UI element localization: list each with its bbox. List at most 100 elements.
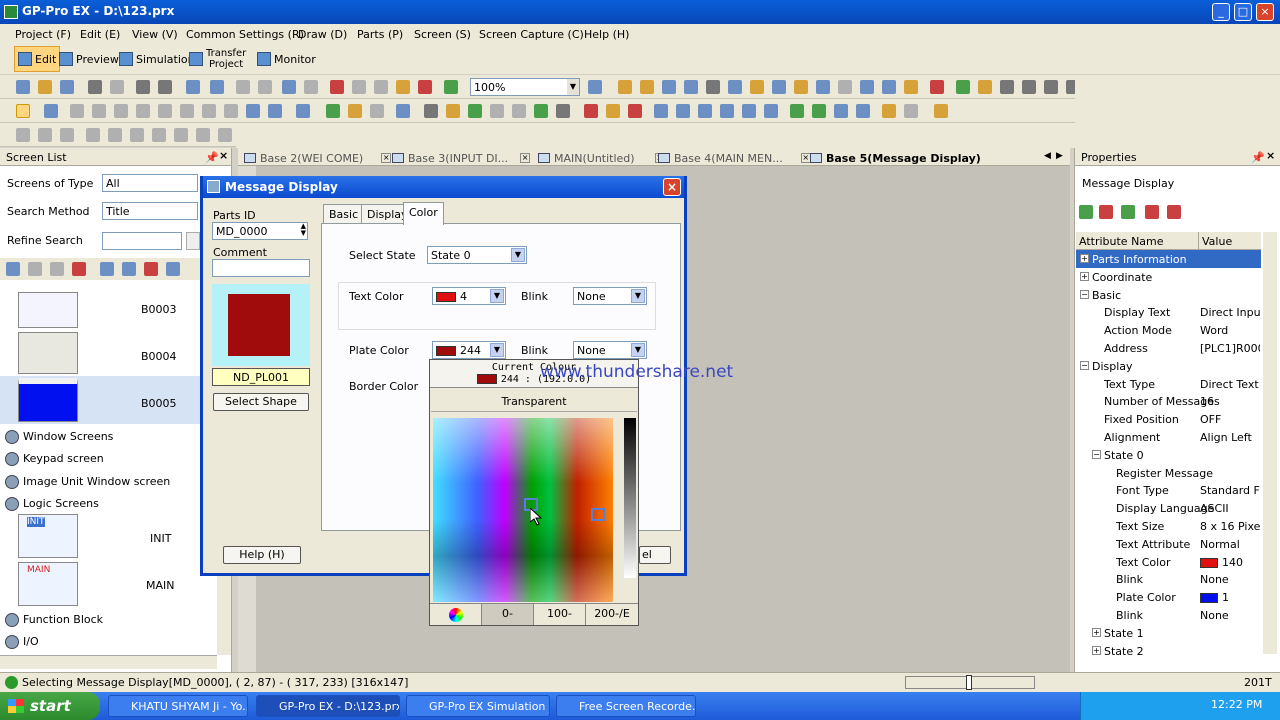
column-attribute-name[interactable]: Attribute Name <box>1079 235 1164 248</box>
align-icon[interactable] <box>174 128 188 142</box>
open-icon[interactable] <box>38 80 52 94</box>
circle-icon[interactable] <box>180 104 194 118</box>
menu-edit[interactable]: Edit (E) <box>80 28 120 41</box>
start-button[interactable]: start <box>0 692 100 720</box>
taskbar-item-recorder[interactable]: Free Screen Recorde... <box>556 695 696 717</box>
menu-help[interactable]: Help (H) <box>584 28 629 41</box>
screen-item-b0005[interactable]: B0005 <box>141 397 177 410</box>
polygon-icon[interactable] <box>158 104 172 118</box>
tool-icon[interactable] <box>860 80 874 94</box>
property-row[interactable]: Text Type Direct Text <box>1076 375 1261 393</box>
screen-thumbnail[interactable] <box>18 292 78 328</box>
expand-all-icon[interactable] <box>1079 205 1093 219</box>
category-image-unit-window[interactable]: Image Unit Window screen <box>23 475 170 488</box>
close-button[interactable]: × <box>1256 3 1274 21</box>
select-state-dropdown[interactable]: State 0 ▼ <box>427 246 527 264</box>
palette-mode-button[interactable] <box>430 604 482 625</box>
search-method-select[interactable]: Title <box>102 202 198 220</box>
tool-icon[interactable] <box>904 80 918 94</box>
lamp-icon[interactable] <box>348 104 362 118</box>
property-row[interactable]: Alignment Align Left <box>1076 428 1261 446</box>
paste-icon[interactable] <box>374 80 388 94</box>
menu-parts[interactable]: Parts (P) <box>357 28 403 41</box>
tool-icon[interactable] <box>816 80 830 94</box>
new-screen-icon[interactable] <box>6 262 20 276</box>
menu-draw[interactable]: Draw (D) <box>298 28 347 41</box>
column-value[interactable]: Value <box>1202 235 1232 248</box>
taskbar-item-browser[interactable]: KHATU SHYAM Ji - Yo... <box>108 695 248 717</box>
tool-icon[interactable] <box>144 262 158 276</box>
edit-mode-button[interactable]: Edit <box>14 46 61 72</box>
menu-project[interactable]: Project (F) <box>15 28 71 41</box>
tool-icon[interactable] <box>100 262 114 276</box>
property-row[interactable]: − State 0 <box>1076 446 1261 464</box>
delete-icon[interactable] <box>72 262 86 276</box>
align-icon[interactable] <box>108 128 122 142</box>
properties-scrollbar[interactable] <box>1263 232 1277 654</box>
polyline-icon[interactable] <box>114 104 128 118</box>
check-icon[interactable] <box>444 80 458 94</box>
property-row[interactable]: Action Mode Word <box>1076 321 1261 339</box>
property-row[interactable]: Fixed Position OFF <box>1076 410 1261 428</box>
expand-toggle-icon[interactable]: + <box>1080 254 1089 263</box>
tool-icon[interactable] <box>812 104 826 118</box>
property-row[interactable]: − Display <box>1076 357 1261 375</box>
text-color-dropdown[interactable]: 4 ▼ <box>432 287 506 305</box>
preview-button[interactable]: Preview <box>56 46 122 72</box>
rectangle-icon[interactable] <box>136 104 150 118</box>
select-arrow-icon[interactable] <box>16 104 30 118</box>
scroll-tabs-right-icon[interactable]: ▶ <box>1056 151 1063 161</box>
expand-toggle-icon[interactable]: − <box>1092 449 1101 459</box>
tool-icon[interactable] <box>728 80 742 94</box>
zoom-select[interactable]: 100% ▼ <box>470 78 580 96</box>
screens-of-type-select[interactable]: All <box>102 174 198 192</box>
camera-icon[interactable] <box>158 80 172 94</box>
align-icon[interactable] <box>86 128 100 142</box>
tool-icon[interactable] <box>676 104 690 118</box>
cancel-button[interactable]: el <box>639 546 671 564</box>
abc-icon[interactable] <box>1167 205 1181 219</box>
screen-item-b0003[interactable]: B0003 <box>141 303 177 316</box>
text-icon[interactable] <box>44 104 58 118</box>
plate-blink-dropdown[interactable]: None ▼ <box>573 341 647 359</box>
tab-base-3[interactable]: Base 3(INPUT DI... × <box>392 150 531 166</box>
tool-icon[interactable] <box>122 262 136 276</box>
tool-icon[interactable] <box>606 104 620 118</box>
menu-view[interactable]: View (V) <box>132 28 178 41</box>
tool-icon[interactable] <box>640 80 654 94</box>
monitor-button[interactable]: Monitor <box>254 46 319 72</box>
dialog-close-button[interactable]: × <box>663 178 681 196</box>
display-icon[interactable] <box>396 104 410 118</box>
grayscale-strip[interactable] <box>624 418 636 578</box>
pin-icon[interactable]: 📌 <box>205 151 219 164</box>
property-row[interactable]: Font Type Standard F <box>1076 481 1261 499</box>
tool-icon[interactable] <box>904 104 918 118</box>
parts-icon[interactable] <box>326 104 340 118</box>
transfer-project-button[interactable]: Transfer Project <box>186 46 249 72</box>
expand-toggle-icon[interactable]: + <box>1092 627 1101 637</box>
logic-thumbnail[interactable]: MAIN <box>18 562 78 606</box>
collapse-all-icon[interactable] <box>1099 205 1113 219</box>
logic-item-init[interactable]: INIT <box>150 532 171 545</box>
parts-id-input[interactable]: MD_0000 ▲ ▼ <box>212 222 308 240</box>
minimize-button[interactable]: _ <box>1212 3 1230 21</box>
save-icon[interactable] <box>60 80 74 94</box>
warning-icon[interactable] <box>750 80 764 94</box>
property-row[interactable]: Text Color 140 <box>1076 553 1261 571</box>
align-icon[interactable] <box>152 128 166 142</box>
taskbar-item-simulation[interactable]: GP-Pro EX Simulation <box>406 695 550 717</box>
hand-icon[interactable] <box>882 104 896 118</box>
expand-toggle-icon[interactable]: + <box>1080 271 1089 281</box>
close-tab-icon[interactable]: × <box>381 153 392 163</box>
taskbar-item-gp-pro[interactable]: GP-Pro EX - D:\123.prx <box>256 695 400 717</box>
property-row[interactable]: − Basic <box>1076 286 1261 304</box>
new-icon[interactable] <box>16 80 30 94</box>
arc-icon[interactable] <box>202 104 216 118</box>
plate-color-dropdown[interactable]: 244 ▼ <box>432 341 506 359</box>
category-keypad-screen[interactable]: Keypad screen <box>23 452 104 465</box>
palette-page-100[interactable]: 100- <box>534 604 586 625</box>
property-row[interactable]: Blink None <box>1076 570 1261 588</box>
screen-thumbnail[interactable] <box>18 378 78 422</box>
undo-icon[interactable] <box>282 80 296 94</box>
logic-item-main[interactable]: MAIN <box>146 579 175 592</box>
